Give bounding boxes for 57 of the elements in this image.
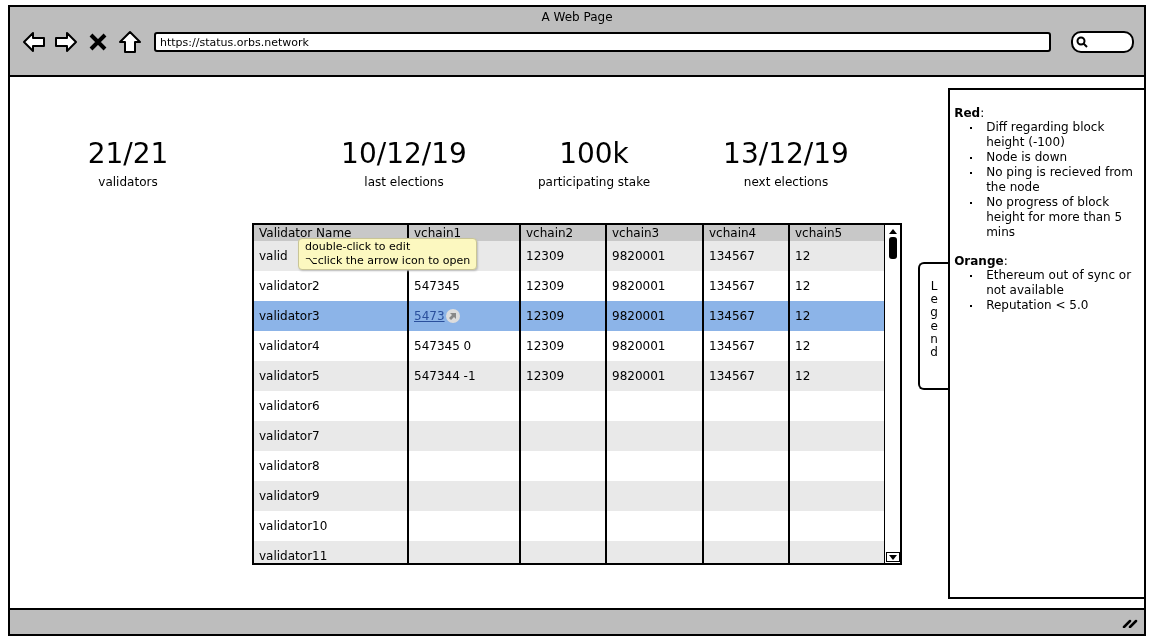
table-cell-text: validator8 — [258, 458, 321, 475]
table-cell-text: validator2 — [258, 278, 321, 295]
stat-value: 100k — [559, 137, 629, 171]
column-header[interactable]: vchain2 — [519, 225, 605, 241]
table-cell-text: validator4 — [258, 338, 321, 355]
table-cell: 9820001 — [605, 361, 702, 391]
legend-item: Diff regarding block height (-100) — [986, 120, 1106, 150]
table-cell: 12309 — [519, 241, 605, 271]
column-header[interactable]: vchain5 — [788, 225, 884, 241]
column-header[interactable]: vchain1 — [407, 225, 519, 241]
table-cell: 547344 -1 — [407, 361, 519, 391]
legend-item: Reputation < 5.0 — [986, 298, 1089, 313]
back-icon[interactable] — [22, 30, 46, 54]
column-header[interactable]: Validator Name — [254, 225, 407, 241]
column-header[interactable]: vchain3 — [605, 225, 702, 241]
url-field[interactable]: https://status.orbs.network — [154, 32, 1051, 52]
legend-item: Ethereum out of sync or not available — [986, 268, 1133, 298]
table-cell: 12309 — [519, 361, 605, 391]
legend-item: No progress of block height for more than 5 mins — [986, 195, 1124, 240]
table-cell: validator11 — [254, 541, 407, 563]
legend-tab[interactable]: Legend — [918, 262, 949, 390]
stat-label: validators — [98, 175, 158, 189]
table-cell: validator9 — [254, 481, 407, 511]
stat-label: participating stake — [537, 175, 651, 189]
table-cell: 9820001 — [605, 241, 702, 271]
table-cell: validator5 — [254, 361, 407, 391]
window-title: A Web Page — [541, 10, 613, 24]
scrollbar-thumb[interactable] — [889, 237, 897, 259]
table-cell: 134567 — [702, 301, 788, 331]
stat-label: last elections — [364, 175, 444, 189]
stat-label: next elections — [743, 175, 829, 189]
table-cell: 134567 — [702, 361, 788, 391]
column-header[interactable]: vchain4 — [702, 225, 788, 241]
scrollbar[interactable] — [884, 225, 900, 563]
table-cell: validator3 — [254, 301, 407, 331]
search-icon — [1076, 36, 1088, 48]
legend-heading: Red: — [954, 106, 986, 120]
table-cell-text: validator6 — [258, 398, 321, 415]
table-cell: 134567 — [702, 241, 788, 271]
table-cell: 12 — [788, 301, 884, 331]
legend-item: Node is down — [986, 150, 1068, 165]
table-cell: 12 — [788, 361, 884, 391]
stat-value: 13/12/19 — [723, 137, 849, 171]
cell-link[interactable]: 5473 — [414, 309, 445, 323]
search-field[interactable] — [1071, 31, 1134, 53]
legend-heading: Orange: — [954, 254, 1009, 268]
table-cell: 9820001 — [605, 301, 702, 331]
scroll-down-icon[interactable] — [886, 552, 900, 562]
forward-icon[interactable] — [54, 30, 78, 54]
legend-item: No ping is recieved from the node — [986, 165, 1134, 195]
table-cell-text: validator10 — [258, 518, 329, 535]
stat-value: 10/12/19 — [341, 137, 467, 171]
table-cell: 12309 — [519, 301, 605, 331]
home-icon[interactable] — [118, 30, 142, 54]
table-cell: 12 — [788, 241, 884, 271]
stat-value: 21/21 — [87, 137, 169, 171]
table-cell: validator7 — [254, 421, 407, 451]
